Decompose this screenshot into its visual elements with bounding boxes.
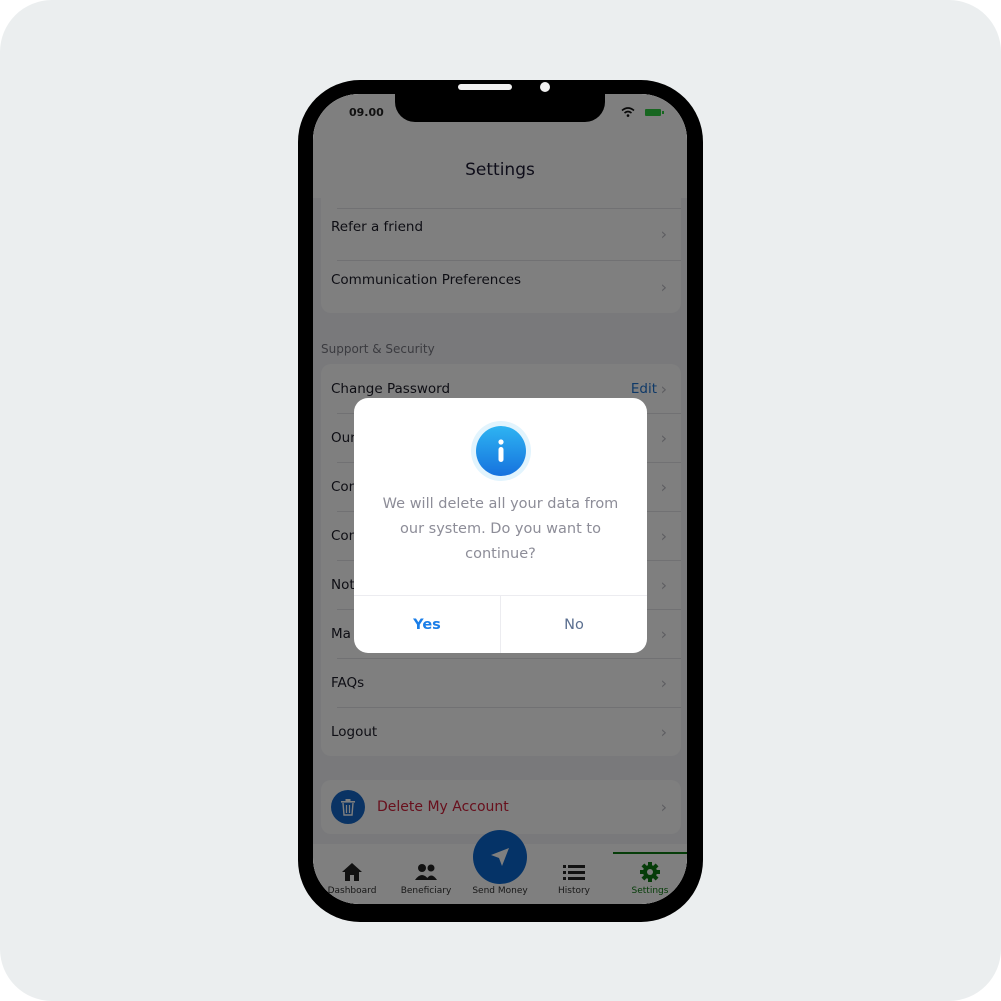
confirm-delete-dialog: We will delete all your data from our sy…: [354, 398, 647, 653]
phone-screen: 09.00 Settings ID Documents › Refer a fr…: [313, 94, 687, 904]
no-button[interactable]: No: [500, 596, 647, 653]
yes-button[interactable]: Yes: [354, 596, 500, 653]
info-icon: [475, 426, 526, 476]
speaker: [458, 84, 512, 90]
phone-device: 09.00 Settings ID Documents › Refer a fr…: [298, 80, 703, 922]
dialog-actions: Yes No: [354, 595, 647, 653]
camera: [540, 82, 550, 92]
dialog-message: We will delete all your data from our sy…: [382, 496, 619, 562]
